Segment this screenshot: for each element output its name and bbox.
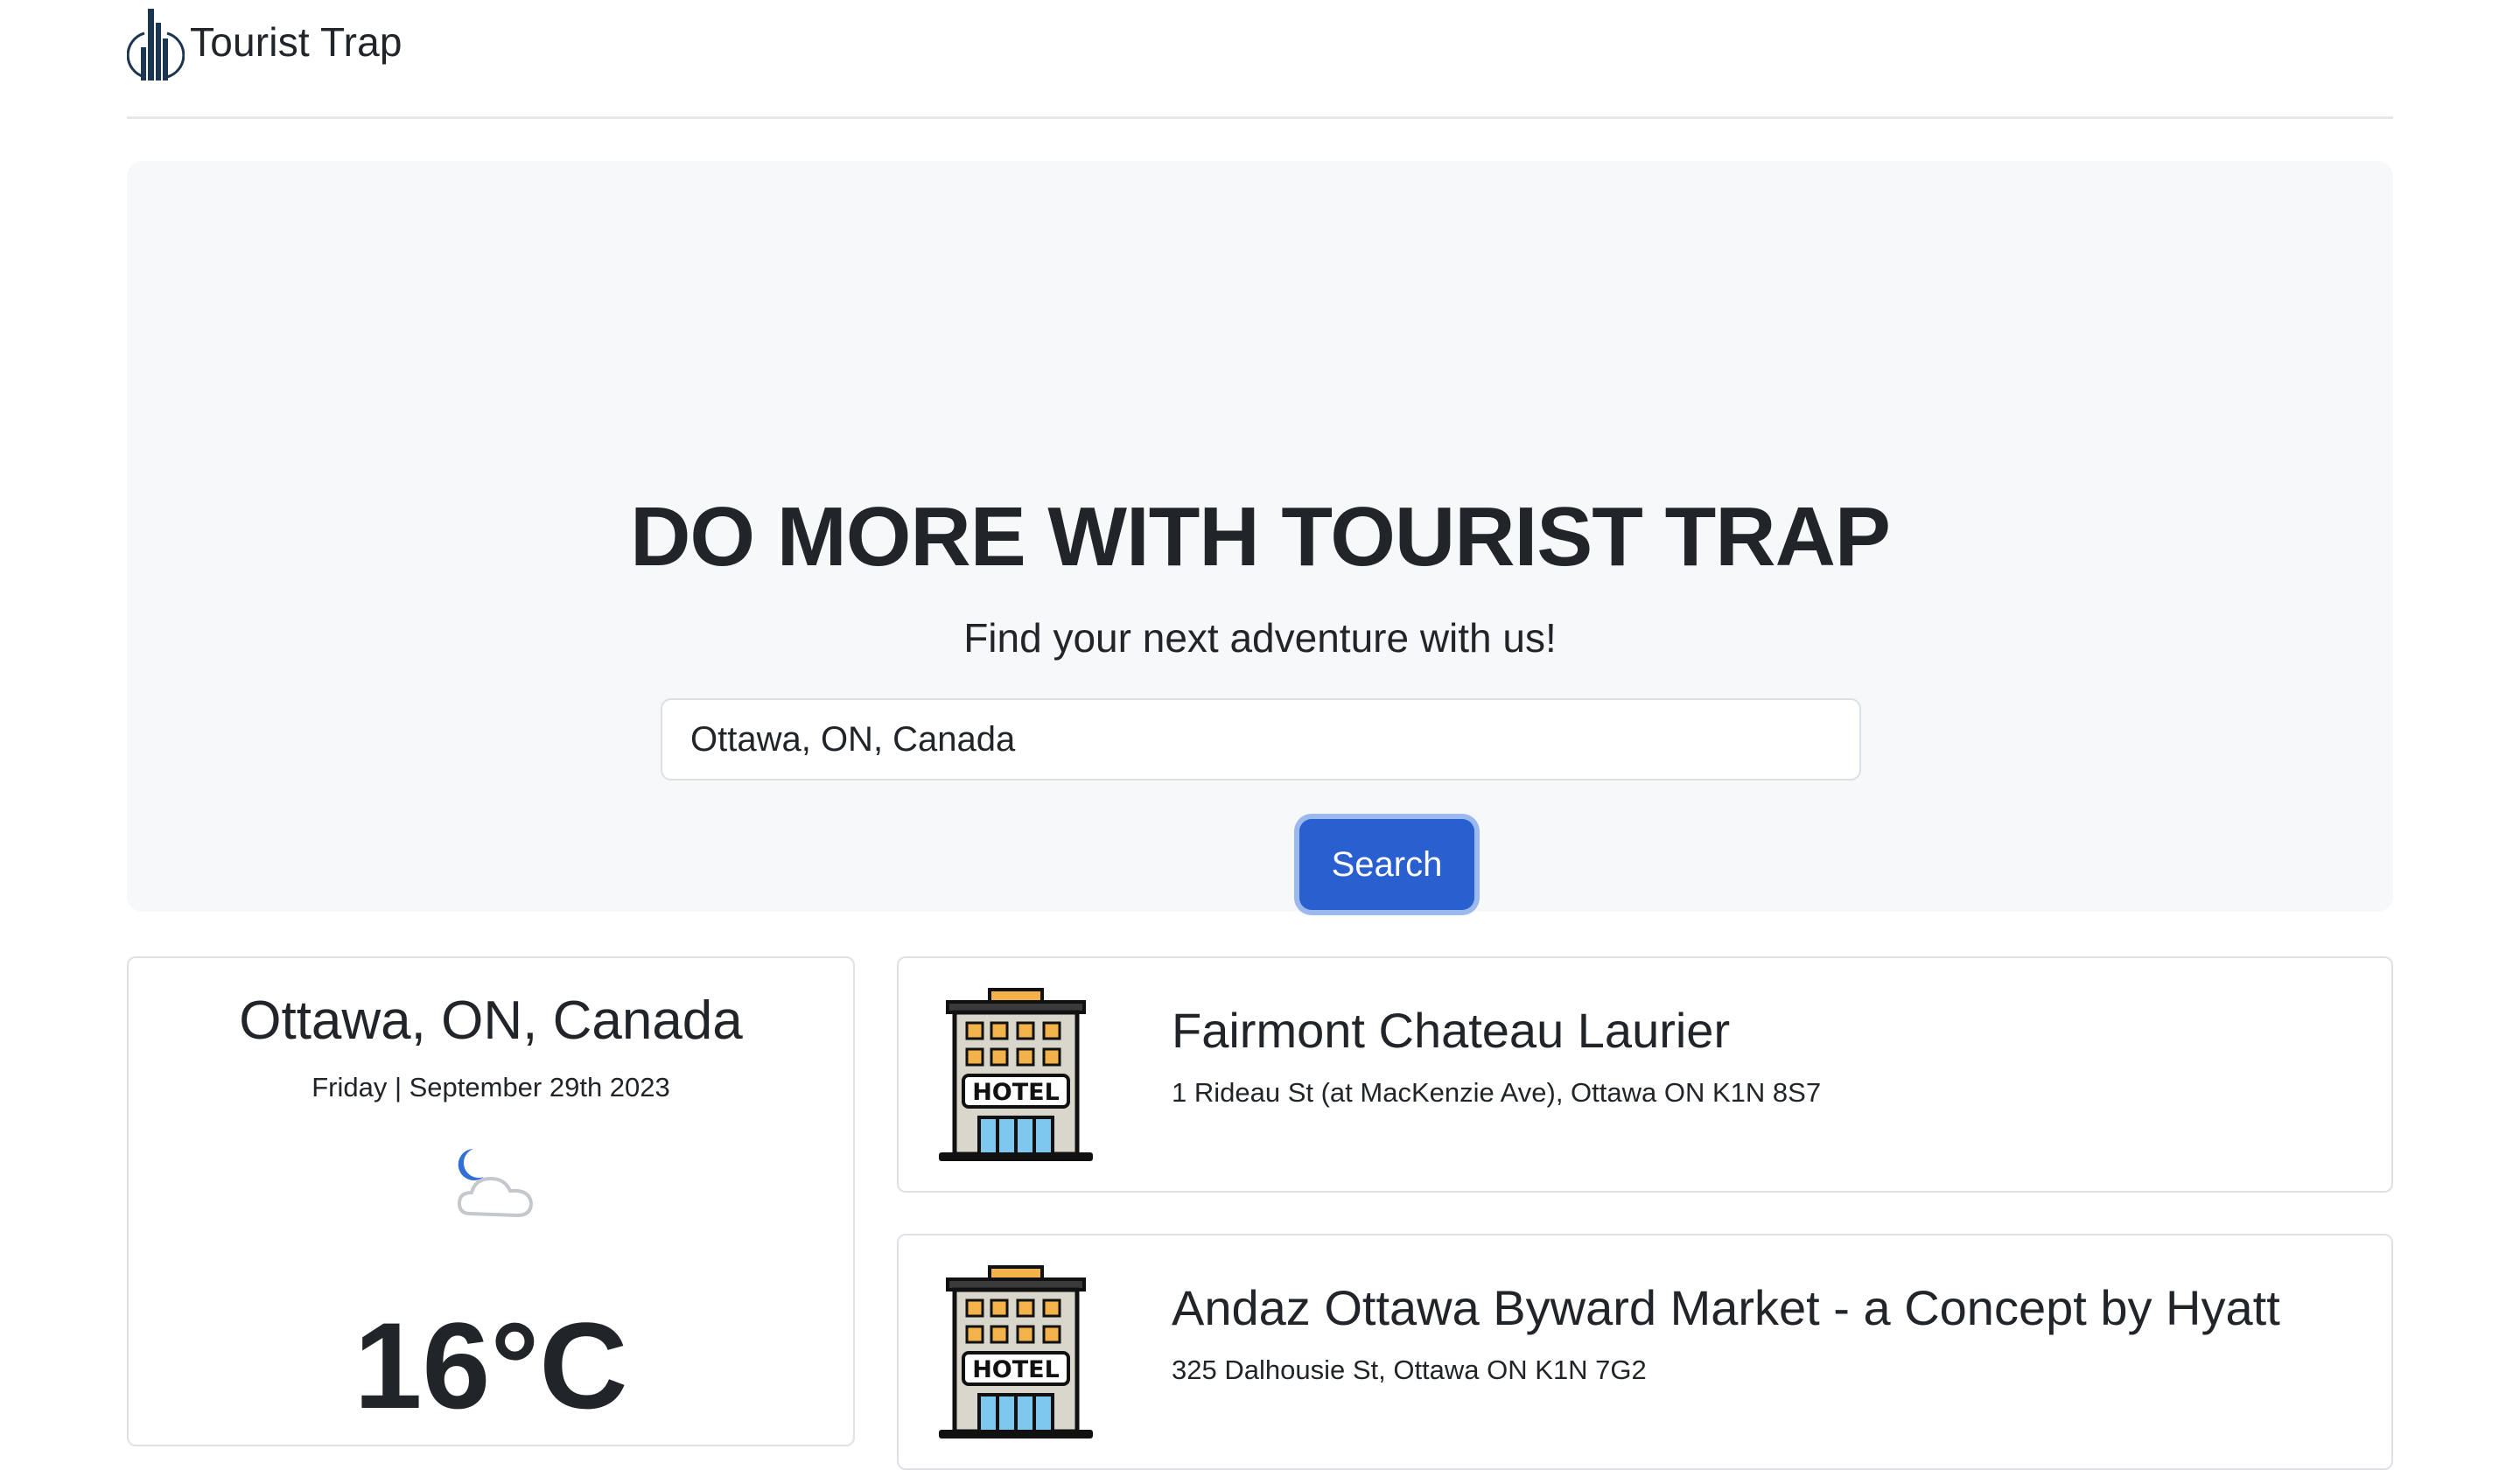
weather-date: Friday | September 29th 2023 <box>312 1072 670 1102</box>
weather-city: Ottawa, ON, Canada <box>239 990 743 1051</box>
hotel-building-icon: HOTEL <box>939 988 1093 1161</box>
navbar: Tourist Trap <box>127 0 2393 119</box>
hotel-card[interactable]: HOTEL Fairmont Chateau Laurier 1 Rideau … <box>897 956 2393 1193</box>
hotel-name[interactable]: Fairmont Chateau Laurier <box>1172 1002 1730 1059</box>
city-skyline-icon <box>127 9 185 80</box>
hotel-card[interactable]: HOTEL Andaz Ottawa Byward Market - a Con… <box>897 1234 2393 1470</box>
brand-link[interactable]: Tourist Trap <box>127 4 402 80</box>
location-search-input[interactable] <box>661 698 1861 780</box>
hero-title: DO MORE WITH TOURIST TRAP <box>630 490 1891 584</box>
hero-section: DO MORE WITH TOURIST TRAP Find your next… <box>127 161 2393 912</box>
hero-subtitle: Find your next adventure with us! <box>963 615 1557 661</box>
hotel-sign-text: HOTEL <box>972 1079 1060 1106</box>
hotel-building-icon: HOTEL <box>939 1265 1093 1438</box>
hotel-name[interactable]: Andaz Ottawa Byward Market - a Concept b… <box>1172 1279 2280 1336</box>
hotel-address: 1 Rideau St (at MacKenzie Ave), Ottawa O… <box>1172 1077 1822 1108</box>
weather-temperature: 16°C <box>354 1297 628 1434</box>
hotel-sign-text: HOTEL <box>972 1356 1060 1383</box>
weather-card: Ottawa, ON, Canada Friday | September 29… <box>127 956 855 1446</box>
page-container: Tourist Trap DO MORE WITH TOURIST TRAP F… <box>127 0 2393 1470</box>
search-button[interactable]: Search <box>1299 819 1474 910</box>
brand-name: Tourist Trap <box>190 19 402 65</box>
hotel-address: 325 Dalhousie St, Ottawa ON K1N 7G2 <box>1172 1354 1647 1385</box>
moon-cloud-icon <box>457 1149 534 1218</box>
